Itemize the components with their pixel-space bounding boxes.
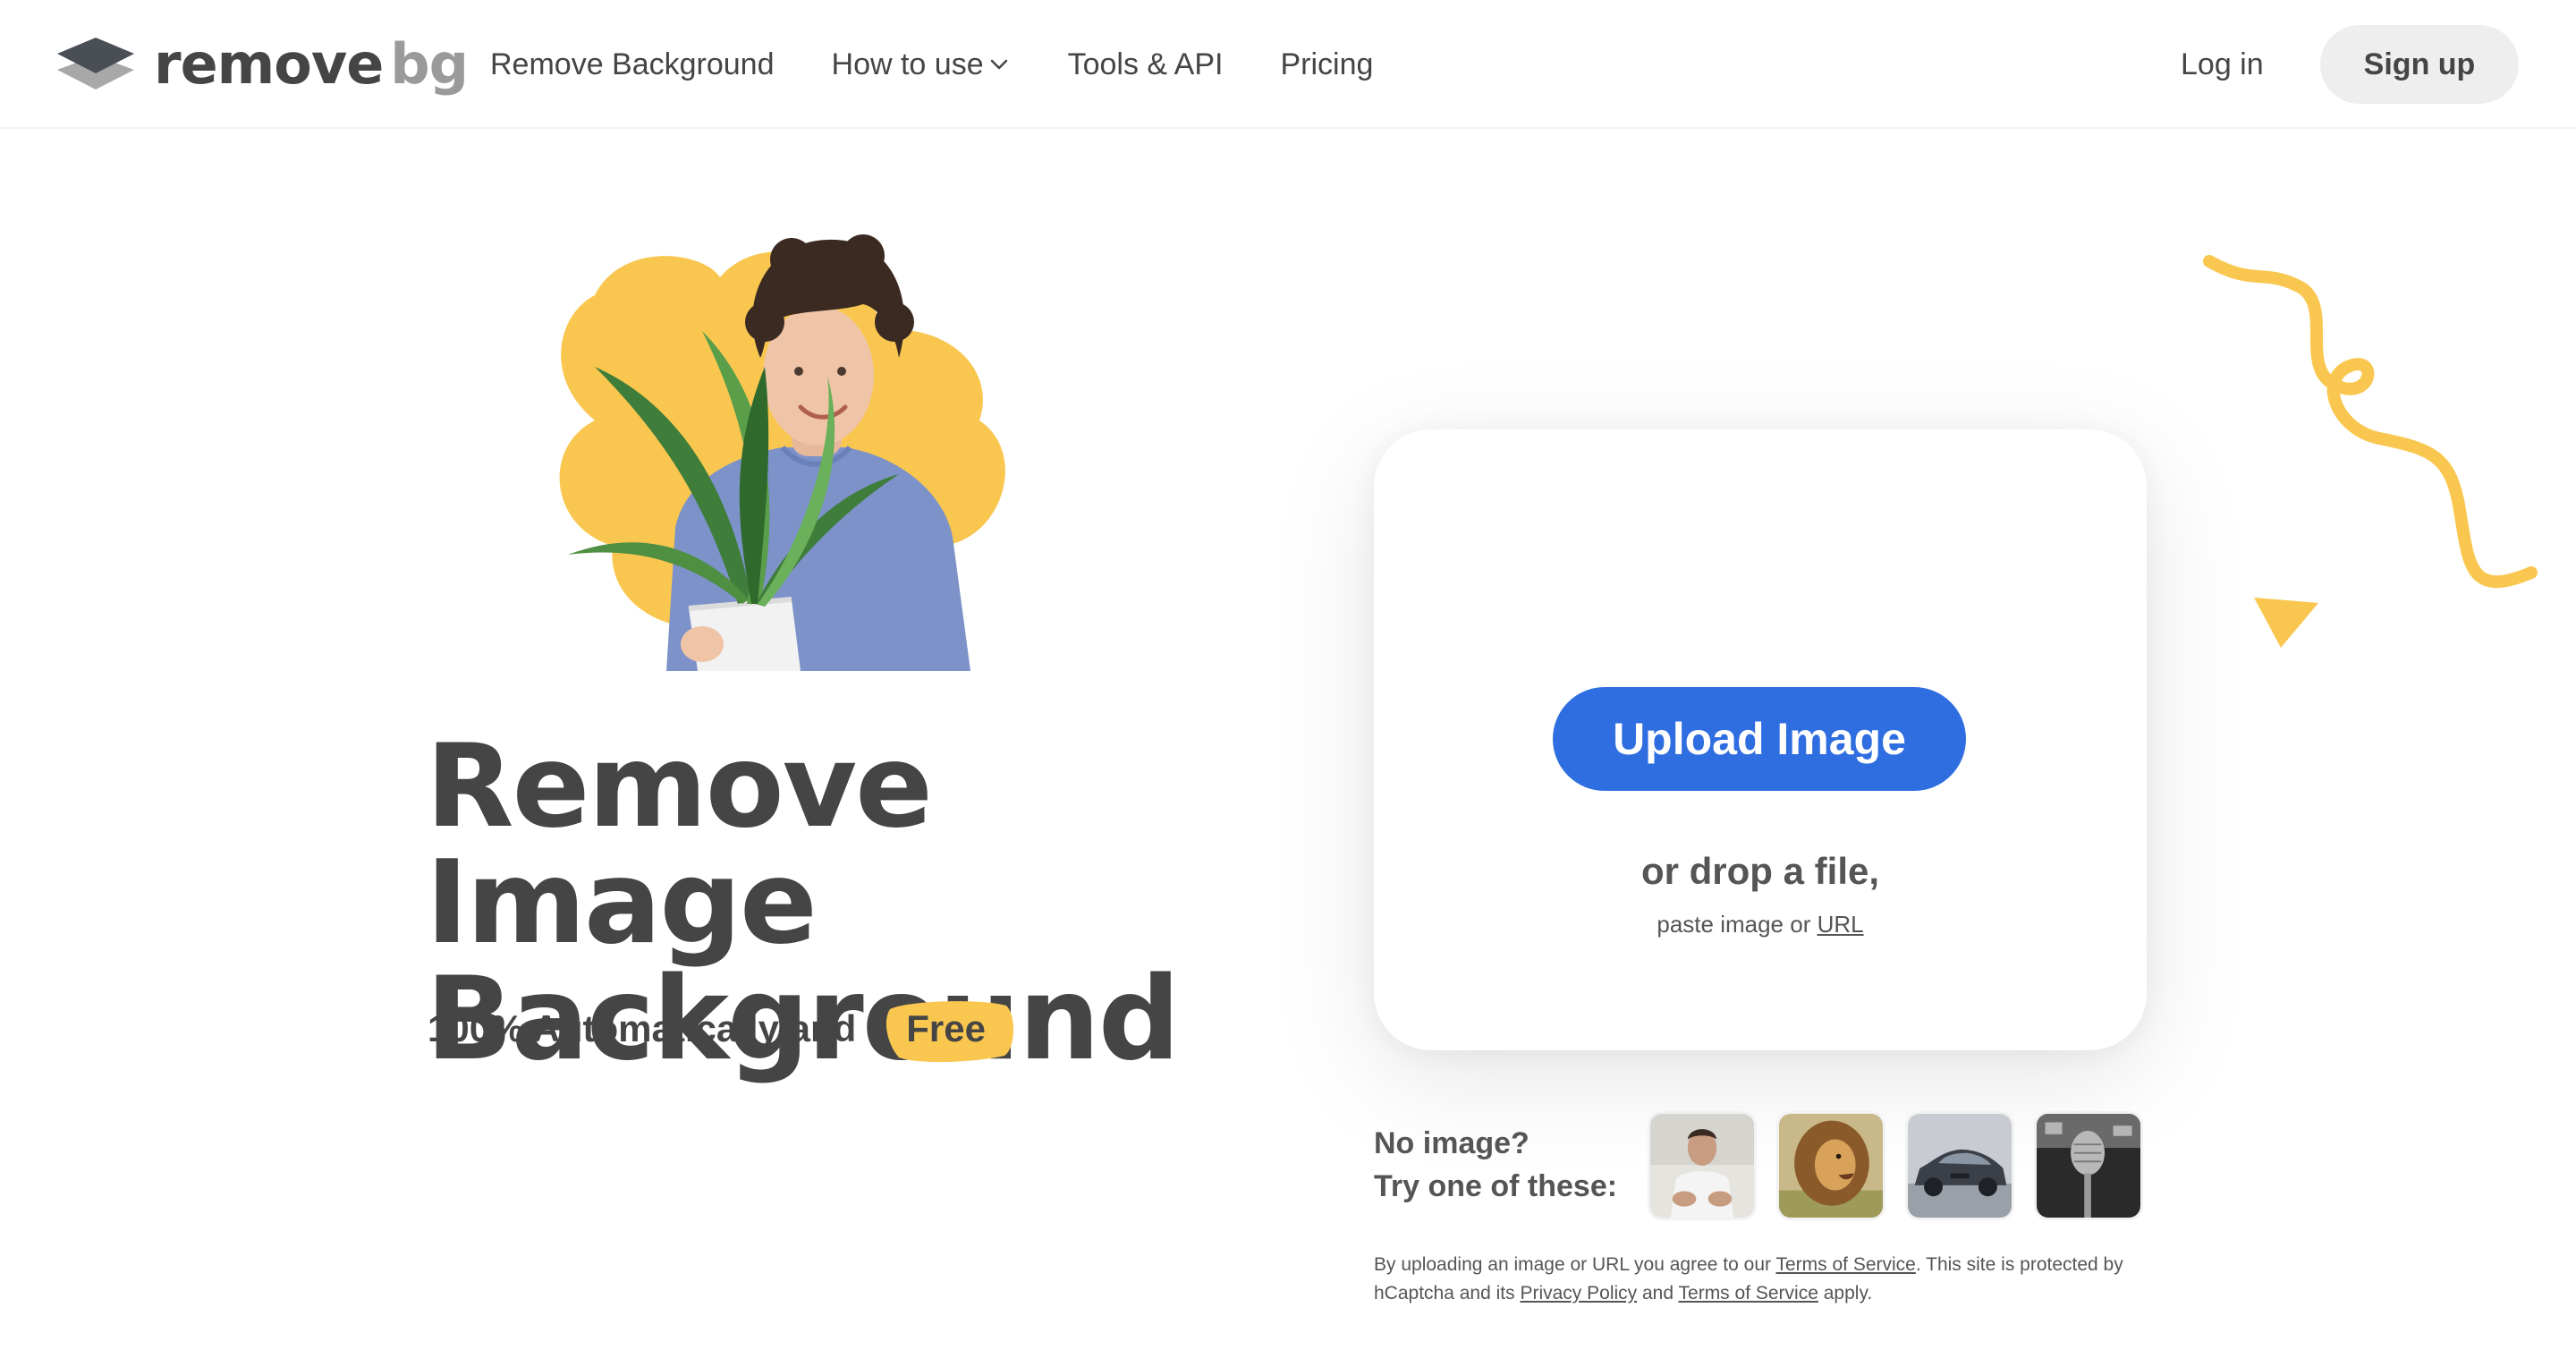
sample-lion[interactable] [1776, 1111, 1885, 1220]
nav-how-to-use-label: How to use [831, 47, 984, 81]
sample-images [1648, 1111, 2163, 1220]
logo-word-remove: remove [154, 31, 384, 97]
chevron-down-icon [990, 59, 1007, 70]
nav-remove-background-label: Remove Background [490, 47, 775, 81]
sample-person[interactable] [1648, 1111, 1757, 1220]
car-sample-icon [1908, 1114, 2012, 1218]
signup-button[interactable]: Sign up [2320, 25, 2519, 104]
site-header: remove bg Remove Background How to use To… [0, 0, 2576, 129]
triangle-decoration-icon [2254, 598, 2318, 648]
drop-file-text: or drop a file, [1640, 850, 1880, 892]
upload-dropzone[interactable]: Upload Image or drop a file, paste image… [1374, 429, 2147, 1050]
nav-pricing-label: Pricing [1280, 47, 1374, 81]
lion-sample-icon [1779, 1114, 1883, 1218]
paste-hint: paste image or URL [1374, 911, 2147, 938]
nav-remove-background[interactable]: Remove Background [490, 43, 775, 86]
headline-line1: Remove Image [426, 720, 933, 970]
nav-how-to-use[interactable]: How to use [832, 43, 1011, 86]
microphone-sample-icon [2037, 1114, 2140, 1218]
try-line1: No image? [1374, 1126, 1530, 1160]
hero-person-with-plant-image [559, 234, 1005, 671]
paste-prefix: paste image or [1657, 911, 1811, 938]
logo[interactable]: remove bg [55, 31, 469, 97]
nav-tools-api[interactable]: Tools & API [1068, 43, 1224, 86]
try-line2: Try one of these: [1374, 1169, 1618, 1203]
free-label: Free [906, 1007, 986, 1049]
logo-layers-icon [57, 38, 134, 89]
login-link[interactable]: Log in [2181, 43, 2264, 86]
logo-wordmark: remove bg [154, 31, 469, 97]
privacy-policy-link[interactable]: Privacy Policy [1520, 1283, 1637, 1303]
legal-text-3: and [1642, 1283, 1674, 1303]
page: remove bg Remove Background How to use To… [0, 0, 2576, 1367]
hero-subline: 100% Automatically and Free [428, 1001, 1014, 1063]
nav-pricing[interactable]: Pricing [1280, 43, 1373, 86]
hcaptcha-terms-link[interactable]: Terms of Service [1679, 1283, 1818, 1303]
legal-text-1: By uploading an image or URL you agree t… [1374, 1254, 1771, 1275]
logo-word-bg: bg [390, 31, 469, 97]
sample-microphone[interactable] [2034, 1111, 2143, 1220]
person-sample-icon [1650, 1114, 1754, 1218]
upload-image-button[interactable]: Upload Image [1553, 687, 1966, 791]
try-samples-label: No image? Try one of these: [1374, 1122, 1624, 1208]
free-highlight: Free [883, 1001, 1014, 1063]
sample-car[interactable] [1905, 1111, 2014, 1220]
nav-tools-api-label: Tools & API [1067, 47, 1224, 81]
legal-text-4: apply. [1823, 1283, 1873, 1303]
terms-of-service-link[interactable]: Terms of Service [1775, 1254, 1915, 1275]
squiggle-decoration-icon [2203, 255, 2538, 589]
url-link[interactable]: URL [1818, 911, 1864, 938]
main-nav: Remove Background How to use Tools & API… [490, 43, 1430, 86]
legal-notice: By uploading an image or URL you agree t… [1374, 1251, 2161, 1308]
subline-prefix: 100% Automatically and [428, 1007, 857, 1049]
